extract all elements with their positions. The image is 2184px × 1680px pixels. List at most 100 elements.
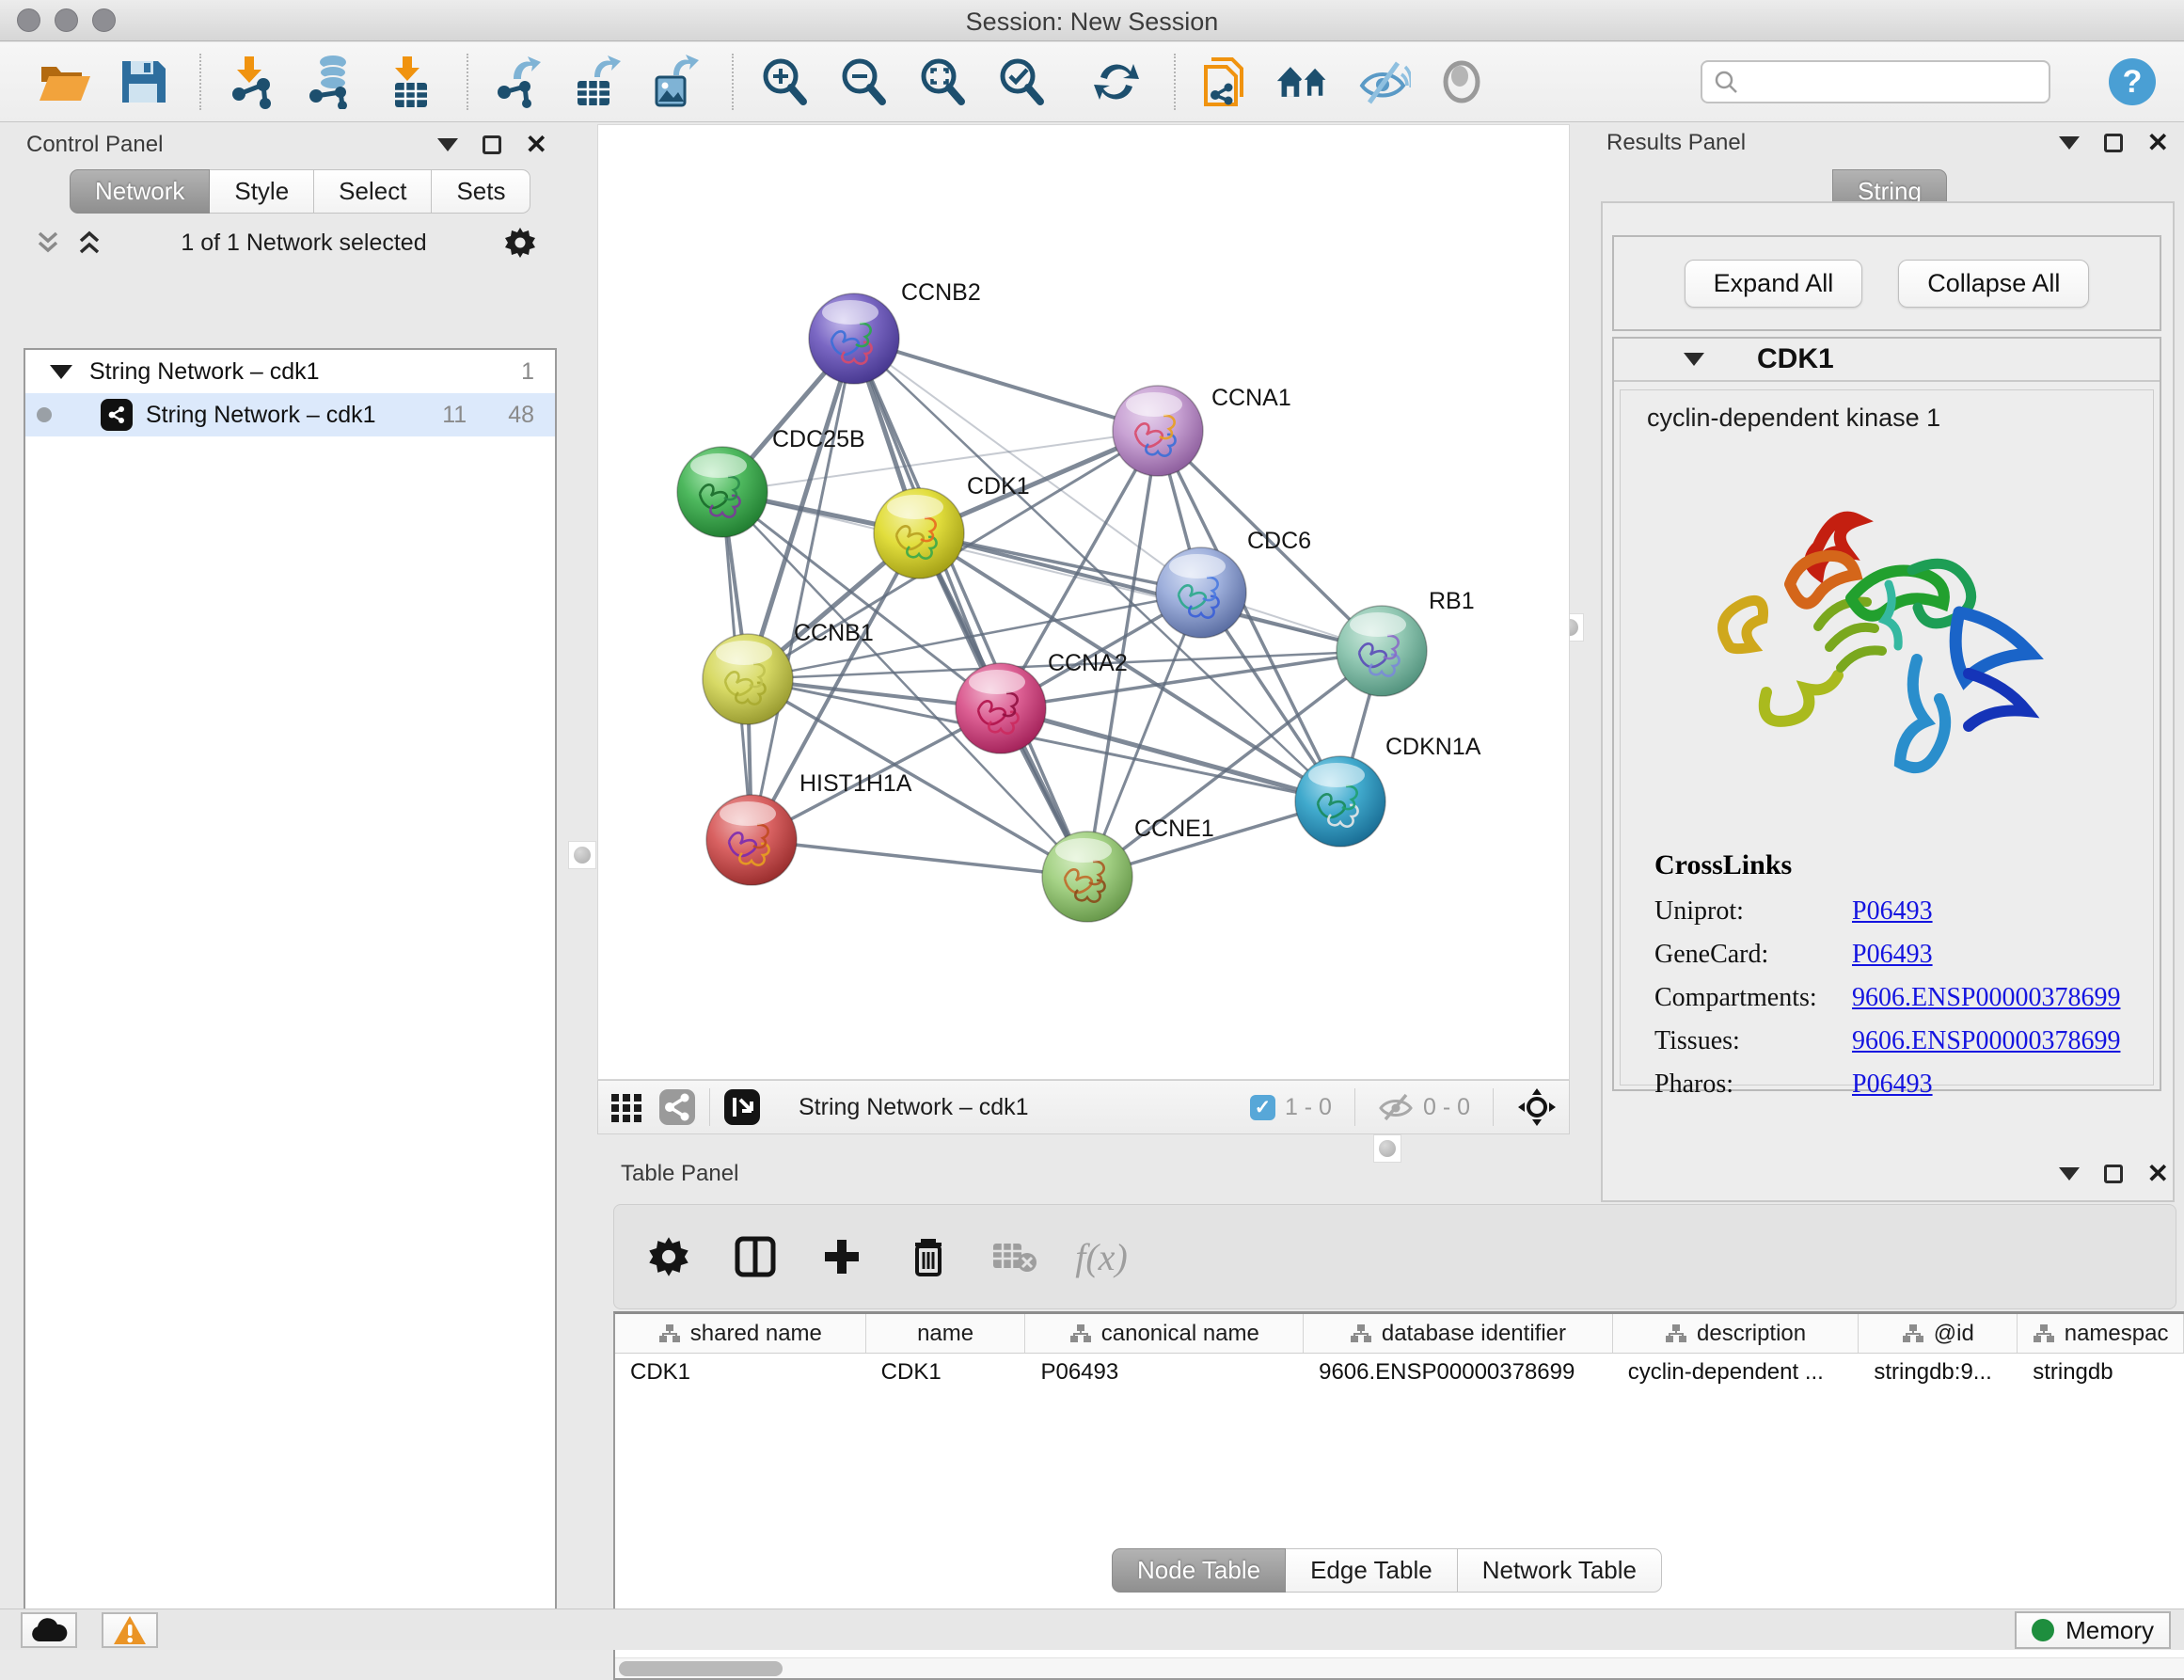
gear-icon[interactable]: [504, 227, 536, 259]
table-hscrollbar-thumb[interactable]: [619, 1661, 783, 1676]
delete-table-button[interactable]: [990, 1232, 1039, 1281]
selected-checkbox-icon[interactable]: ✓: [1250, 1095, 1275, 1120]
network-view-title: String Network – cdk1: [799, 1094, 1250, 1121]
cloud-icon: [30, 1617, 68, 1643]
table-cell[interactable]: P06493: [1025, 1354, 1304, 1393]
export-network-button[interactable]: [493, 55, 546, 109]
table-column-header[interactable]: database identifier: [1304, 1314, 1613, 1353]
table-cell[interactable]: stringdb:9...: [1859, 1354, 2018, 1393]
table-cell[interactable]: CDK1: [866, 1354, 1026, 1393]
search-input[interactable]: [1746, 69, 2037, 95]
tab-edge-table[interactable]: Edge Table: [1286, 1548, 1458, 1593]
table-cell[interactable]: 9606.ENSP00000378699: [1304, 1354, 1613, 1393]
table-row[interactable]: CDK1CDK1P064939606.ENSP00000378699cyclin…: [615, 1354, 2184, 1393]
table-cell[interactable]: cyclin-dependent ...: [1613, 1354, 1860, 1393]
expand-all-icon[interactable]: [75, 230, 103, 256]
network-row-selected[interactable]: String Network – cdk1 11 48: [25, 393, 555, 436]
tab-network[interactable]: Network: [70, 169, 210, 214]
network-canvas[interactable]: CCNB2CCNA1CDC25BCDK1CDC6RB1CCNB1CCNA2CDK…: [597, 124, 1570, 1080]
table-panel-close-icon[interactable]: ✕: [2147, 1165, 2169, 1183]
expand-all-button[interactable]: Expand All: [1685, 260, 1863, 308]
table-column-header[interactable]: @id: [1859, 1314, 2018, 1353]
zoom-fit-button[interactable]: [916, 55, 969, 109]
birdseye-crosshair-icon[interactable]: [1516, 1086, 1558, 1128]
control-panel-float-icon[interactable]: [483, 135, 501, 154]
refresh-layout-button[interactable]: [1091, 55, 1142, 109]
grid-view-button[interactable]: [609, 1090, 643, 1124]
network-share-view-button[interactable]: [658, 1088, 696, 1126]
table-column-header[interactable]: canonical name: [1025, 1314, 1304, 1353]
collection-expand-icon[interactable]: [50, 365, 72, 379]
import-network-file-button[interactable]: [226, 55, 278, 109]
column-label: @id: [1934, 1321, 1974, 1347]
home-species-button[interactable]: [1275, 55, 1330, 109]
crosslink-row: GeneCard:P06493: [1654, 940, 2120, 970]
protein-header[interactable]: CDK1: [1614, 339, 2160, 382]
selected-counts: 1 - 0: [1285, 1094, 1332, 1121]
tab-node-table[interactable]: Node Table: [1112, 1548, 1286, 1593]
table-hscrollbar[interactable]: [615, 1657, 2184, 1678]
network-graph[interactable]: CCNB2CCNA1CDC25BCDK1CDC6RB1CCNB1CCNA2CDK…: [598, 125, 1569, 1079]
tab-style[interactable]: Style: [210, 169, 314, 214]
network-view-toolbar: String Network – cdk1 ✓ 1 - 0 0 - 0: [597, 1080, 1570, 1134]
crosslink-label: Tissues:: [1654, 1026, 1852, 1056]
string-import-button[interactable]: [1200, 55, 1249, 109]
table-panel-float-icon[interactable]: [2104, 1165, 2123, 1183]
table-cell[interactable]: CDK1: [615, 1354, 866, 1393]
hide-glass-button[interactable]: [1356, 55, 1411, 109]
table-column-header[interactable]: shared name: [615, 1314, 866, 1353]
left-splitter-handle[interactable]: [568, 841, 596, 869]
node-gloss-highlight: [1055, 838, 1112, 863]
zoom-selected-button[interactable]: [995, 55, 1048, 109]
table-column-header[interactable]: name: [866, 1314, 1026, 1353]
node-gloss-highlight: [690, 453, 747, 478]
export-table-button[interactable]: [572, 55, 623, 109]
table-settings-button[interactable]: [644, 1232, 693, 1281]
cloud-button[interactable]: [21, 1612, 77, 1648]
open-session-button[interactable]: [38, 55, 92, 109]
show-glass-button[interactable]: [1437, 55, 1486, 109]
protein-collapse-icon[interactable]: [1684, 353, 1704, 366]
collapse-all-button[interactable]: Collapse All: [1898, 260, 2089, 308]
import-table-button[interactable]: [386, 55, 435, 109]
results-panel-menu-icon[interactable]: [2059, 136, 2080, 150]
hidden-eye-icon: [1378, 1093, 1414, 1121]
export-image-button[interactable]: [649, 55, 700, 109]
function-builder-button[interactable]: f(x): [1077, 1232, 1126, 1281]
import-network-database-button[interactable]: [305, 55, 359, 109]
control-panel-menu-icon[interactable]: [437, 138, 458, 151]
tab-sets[interactable]: Sets: [432, 169, 530, 214]
warnings-button[interactable]: [102, 1612, 158, 1648]
memory-button[interactable]: Memory: [2015, 1611, 2171, 1649]
network-selection-status: 1 of 1 Network selected: [103, 230, 504, 257]
tab-network-table[interactable]: Network Table: [1458, 1548, 1662, 1593]
table-panel-menu-icon[interactable]: [2059, 1167, 2080, 1181]
detach-view-button[interactable]: [723, 1088, 761, 1126]
table-column-header[interactable]: namespac: [2018, 1314, 2184, 1353]
results-panel-float-icon[interactable]: [2104, 134, 2123, 152]
save-session-button[interactable]: [119, 55, 167, 109]
crosslink-link[interactable]: 9606.ENSP00000378699: [1852, 983, 2120, 1013]
crosslink-link[interactable]: P06493: [1852, 1070, 1933, 1100]
network-edge[interactable]: [752, 339, 854, 840]
zoom-out-icon: [837, 55, 890, 108]
help-button[interactable]: ?: [2107, 55, 2158, 109]
table-cell[interactable]: stringdb: [2018, 1354, 2184, 1393]
control-panel-close-icon[interactable]: ✕: [526, 135, 547, 154]
crosslinks-title: CrossLinks: [1654, 849, 2120, 881]
create-column-button[interactable]: [817, 1232, 866, 1281]
network-collection-row[interactable]: String Network – cdk1 1: [25, 350, 555, 393]
crosslink-link[interactable]: 9606.ENSP00000378699: [1852, 1026, 2120, 1056]
zoom-out-button[interactable]: [837, 55, 890, 109]
collapse-all-icon[interactable]: [34, 230, 62, 256]
crosslink-link[interactable]: P06493: [1852, 896, 1933, 927]
tab-select[interactable]: Select: [314, 169, 432, 214]
network-node-label: CDC25B: [772, 426, 865, 452]
results-panel-close-icon[interactable]: ✕: [2147, 134, 2169, 152]
crosslink-link[interactable]: P06493: [1852, 940, 1933, 970]
table-column-header[interactable]: description: [1613, 1314, 1860, 1353]
delete-column-button[interactable]: [904, 1232, 953, 1281]
show-columns-button[interactable]: [731, 1232, 780, 1281]
network-edge[interactable]: [854, 339, 1158, 431]
zoom-in-button[interactable]: [758, 55, 811, 109]
